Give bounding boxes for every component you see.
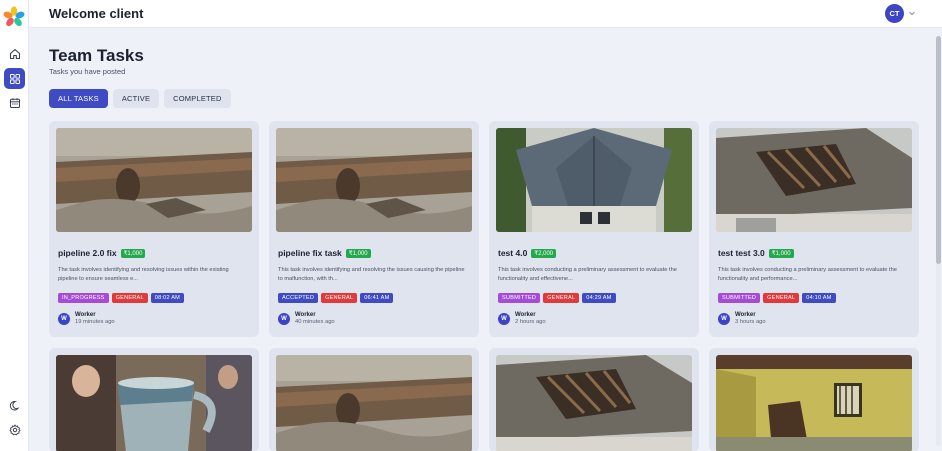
category-badge: GENERAL: [763, 293, 800, 303]
status-badge: IN_PROGRESS: [58, 293, 109, 303]
task-title: test 4.0: [498, 248, 528, 258]
sidebar: [0, 0, 29, 451]
home-icon: [9, 48, 20, 59]
task-image-pipeline: [56, 128, 252, 232]
task-card[interactable]: test 4.0 ₹2,000 This task involves condu…: [489, 121, 699, 337]
task-title: test test 3.0: [718, 248, 765, 258]
category-badge: GENERAL: [543, 293, 580, 303]
task-card[interactable]: pipeline fix task ₹1,000 This task invol…: [269, 121, 479, 337]
user-avatar[interactable]: CT: [885, 4, 904, 23]
time-badge: 08:02 AM: [150, 293, 184, 303]
dashboard-grid-icon: [9, 73, 20, 84]
worker-avatar: W: [718, 313, 730, 325]
status-badge: SUBMITTED: [718, 293, 761, 303]
page-subtitle: Tasks you have posted: [49, 67, 126, 76]
gear-icon: [9, 424, 20, 435]
time-badge: 04:29 AM: [582, 293, 616, 303]
nav-settings[interactable]: [4, 419, 25, 440]
page-title: Team Tasks: [49, 46, 144, 65]
price-badge: ₹1,000: [345, 248, 371, 258]
task-image-room: [716, 355, 912, 451]
worker-name: Worker: [735, 312, 756, 318]
calendar-icon: [9, 97, 20, 108]
header-title: Welcome client: [49, 6, 144, 21]
top-header: Welcome client CT: [29, 0, 942, 28]
worker-avatar: W: [278, 313, 290, 325]
time-badge: 04:10 AM: [802, 293, 836, 303]
task-image-mug: [56, 355, 252, 451]
task-description: The task involves identifying and resolv…: [58, 267, 229, 282]
theme-toggle[interactable]: [4, 395, 25, 416]
worker-name: Worker: [75, 312, 96, 318]
task-description: This task involves conducting a prelimin…: [718, 267, 897, 282]
price-badge: ₹1,000: [120, 248, 146, 258]
time-badge: 06:41 AM: [360, 293, 394, 303]
tab-active[interactable]: ACTIVE: [112, 89, 160, 108]
scrollbar-thumb[interactable]: [936, 36, 941, 264]
page-scrollbar[interactable]: [936, 36, 941, 446]
task-card[interactable]: test test 3.0 ₹1,000 This task involves …: [709, 121, 919, 337]
task-description: This task involves identifying and resol…: [278, 267, 465, 282]
category-badge: GENERAL: [111, 293, 148, 303]
moon-icon: [9, 400, 19, 410]
price-badge: ₹1,000: [768, 248, 794, 258]
worker-name: Worker: [295, 312, 316, 318]
task-card[interactable]: [269, 348, 479, 451]
nav-home[interactable]: [4, 43, 25, 64]
task-image-damaged-roof: [496, 355, 692, 451]
task-description: This task involves conducting a prelimin…: [498, 267, 677, 282]
task-card[interactable]: [489, 348, 699, 451]
posted-time: 40 minutes ago: [295, 319, 335, 325]
status-badge: SUBMITTED: [498, 293, 541, 303]
app-logo[interactable]: [3, 6, 25, 28]
worker-avatar: W: [58, 313, 70, 325]
posted-time: 2 hours ago: [515, 319, 546, 325]
chevron-down-icon[interactable]: [908, 9, 916, 17]
worker-avatar: W: [498, 313, 510, 325]
category-badge: GENERAL: [321, 293, 358, 303]
tab-all-tasks[interactable]: ALL TASKS: [49, 89, 108, 108]
task-image-pipeline: [276, 128, 472, 232]
task-filter-tabs: ALL TASKS ACTIVE COMPLETED: [49, 89, 231, 108]
worker-name: Worker: [515, 312, 536, 318]
task-title: pipeline fix task: [278, 248, 342, 258]
task-card[interactable]: [49, 348, 259, 451]
nav-dashboard[interactable]: [4, 68, 25, 89]
nav-calendar[interactable]: [4, 92, 25, 113]
task-title: pipeline 2.0 fix: [58, 248, 117, 258]
task-image-roof: [496, 128, 692, 232]
status-badge: ACCEPTED: [278, 293, 319, 303]
price-badge: ₹2,000: [531, 248, 557, 258]
task-card[interactable]: [709, 348, 919, 451]
task-card[interactable]: pipeline 2.0 fix ₹1,000 The task involve…: [49, 121, 259, 337]
task-image-damaged-roof: [716, 128, 912, 232]
posted-time: 3 hours ago: [735, 319, 766, 325]
task-image-pipeline: [276, 355, 472, 451]
posted-time: 19 minutes ago: [75, 319, 115, 325]
tab-completed[interactable]: COMPLETED: [164, 89, 231, 108]
